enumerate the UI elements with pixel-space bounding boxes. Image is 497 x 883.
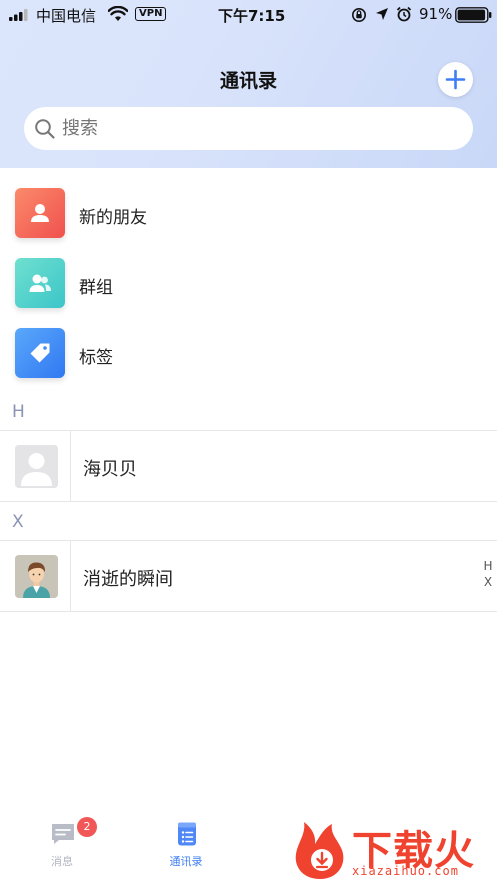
section-header-h: H bbox=[0, 398, 497, 428]
tag-icon bbox=[30, 343, 50, 363]
groups-icon-tile bbox=[15, 258, 65, 308]
section-header-x: X bbox=[0, 508, 497, 538]
plus-icon bbox=[445, 69, 466, 90]
tab-contacts-label: 通讯录 bbox=[169, 855, 203, 868]
groups-item[interactable]: 群组 bbox=[0, 246, 497, 316]
default-avatar-icon bbox=[15, 445, 58, 488]
vpn-badge: VPN bbox=[135, 7, 167, 21]
contact-row[interactable]: 海贝贝 bbox=[0, 430, 497, 502]
signal-icon bbox=[9, 9, 28, 21]
location-icon bbox=[376, 8, 388, 20]
status-time: 下午7:15 bbox=[218, 7, 286, 25]
row-divider bbox=[70, 541, 71, 611]
battery-percent: 91% bbox=[419, 5, 453, 23]
message-icon bbox=[52, 824, 74, 844]
flame-download-icon bbox=[295, 822, 344, 879]
tab-messages[interactable]: 2 消息 bbox=[17, 813, 107, 883]
carrier-label: 中国电信 bbox=[36, 7, 97, 25]
tab-contacts[interactable]: 通讯录 bbox=[141, 813, 231, 883]
rotation-lock-icon bbox=[352, 8, 366, 22]
section-letter: X bbox=[12, 512, 24, 532]
status-bar: 中国电信 VPN 下午7:15 91% bbox=[0, 0, 497, 30]
tab-messages-label: 消息 bbox=[51, 855, 73, 868]
header: 中国电信 VPN 下午7:15 91% 通讯录 bbox=[0, 0, 497, 168]
group-icon bbox=[29, 274, 51, 292]
watermark-url: xiazaihuo.com bbox=[352, 864, 459, 878]
row-divider bbox=[70, 431, 71, 501]
contact-name: 海贝贝 bbox=[83, 459, 137, 480]
groups-label: 群组 bbox=[79, 278, 113, 298]
function-list: 新的朋友 群组 标签 bbox=[0, 176, 497, 386]
index-letter-x[interactable]: X bbox=[481, 574, 495, 590]
avatar bbox=[15, 445, 58, 488]
contact-name: 消逝的瞬间 bbox=[83, 569, 173, 590]
avatar bbox=[15, 555, 58, 598]
section-letter: H bbox=[12, 402, 25, 422]
new-friends-label: 新的朋友 bbox=[79, 208, 147, 228]
contact-row[interactable]: 消逝的瞬间 bbox=[0, 540, 497, 612]
cartoon-boy-avatar-icon bbox=[15, 555, 58, 598]
tags-item[interactable]: 标签 bbox=[0, 316, 497, 386]
contacts-icon bbox=[178, 822, 196, 846]
new-friends-item[interactable]: 新的朋友 bbox=[0, 176, 497, 246]
tags-icon-tile bbox=[15, 328, 65, 378]
tags-label: 标签 bbox=[79, 348, 113, 368]
search-icon bbox=[35, 119, 55, 139]
watermark-logo: 下载火 xiazaihuo.com bbox=[290, 814, 497, 883]
battery-icon bbox=[455, 7, 492, 23]
new-friends-icon-tile bbox=[15, 188, 65, 238]
unread-badge: 2 bbox=[77, 817, 97, 837]
alarm-icon bbox=[396, 6, 412, 22]
person-icon bbox=[31, 204, 49, 222]
index-letter-h[interactable]: H bbox=[481, 558, 495, 574]
wifi-icon bbox=[108, 6, 128, 21]
add-button[interactable] bbox=[438, 62, 473, 97]
search-bar[interactable] bbox=[24, 107, 473, 150]
alphabet-index-bar[interactable]: H X bbox=[481, 558, 495, 590]
page-title: 通讯录 bbox=[219, 70, 277, 92]
search-input[interactable] bbox=[62, 118, 442, 139]
